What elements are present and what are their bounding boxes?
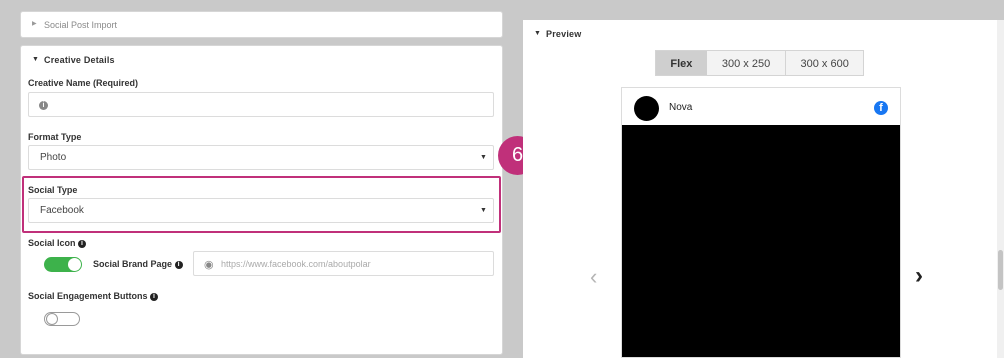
creative-details-title: Creative Details [44, 55, 115, 65]
info-icon: i [174, 260, 183, 269]
chevron-right-icon[interactable]: › [915, 262, 923, 290]
social-post-card: Nova f [621, 87, 901, 358]
social-engagement-buttons-label-text: Social Engagement Buttons [28, 291, 148, 301]
scrollbar-track[interactable] [997, 20, 1004, 358]
social-brand-page-input[interactable]: ◉ https://www.facebook.com/aboutpolar [193, 251, 494, 276]
caret-right-icon: ▶ [32, 21, 37, 27]
preview-title: Preview [546, 29, 582, 39]
info-icon: i [78, 239, 87, 248]
facebook-icon: f [874, 101, 888, 115]
format-type-value: Photo [40, 152, 67, 163]
social-icon-toggle[interactable] [44, 257, 82, 272]
avatar [634, 96, 659, 121]
tab-300x600[interactable]: 300 x 600 [786, 51, 863, 75]
tab-300x600-label: 300 x 600 [800, 58, 849, 70]
social-type-highlight [22, 176, 501, 233]
post-media [622, 125, 900, 357]
chevron-left-icon[interactable]: ‹ [590, 264, 597, 290]
social-engagement-toggle[interactable] [44, 312, 80, 326]
social-icon-label-text: Social Icon [28, 238, 76, 248]
tab-300x250[interactable]: 300 x 250 [707, 51, 787, 75]
preview-panel: ▼ Preview Flex 300 x 250 300 x 600 Nova … [523, 20, 1004, 358]
social-icon-label: Social Icon i [28, 238, 87, 248]
creative-name-input[interactable]: i [28, 92, 494, 117]
account-name: Nova [669, 102, 693, 113]
social-post-import-panel[interactable]: ▶ Social Post Import [20, 11, 503, 38]
toggle-knob [46, 313, 58, 325]
format-type-label: Format Type [28, 132, 82, 142]
chevron-down-icon: ▼ [480, 154, 487, 161]
info-icon: i [150, 292, 159, 301]
step-number: 6 [511, 144, 524, 166]
tab-flex[interactable]: Flex [656, 51, 707, 75]
preview-size-tabs: Flex 300 x 250 300 x 600 [655, 50, 864, 76]
toggle-knob [68, 258, 81, 271]
social-brand-page-label: Social Brand Page i [93, 259, 183, 269]
tab-flex-label: Flex [670, 58, 693, 70]
creative-name-label: Creative Name (Required) [28, 78, 139, 88]
social-engagement-buttons-label: Social Engagement Buttons i [28, 291, 159, 301]
social-brand-page-placeholder: https://www.facebook.com/aboutpolar [221, 259, 371, 269]
social-brand-page-label-text: Social Brand Page [93, 259, 173, 269]
tab-300x250-label: 300 x 250 [721, 58, 771, 70]
caret-down-icon[interactable]: ▼ [534, 30, 541, 37]
globe-icon: ◉ [204, 259, 214, 271]
format-type-select[interactable]: Photo ▼ [28, 145, 494, 170]
scrollbar-thumb[interactable] [998, 250, 1003, 290]
caret-down-icon[interactable]: ▼ [32, 56, 39, 63]
social-post-import-title: Social Post Import [44, 20, 118, 30]
info-icon: i [39, 101, 48, 110]
